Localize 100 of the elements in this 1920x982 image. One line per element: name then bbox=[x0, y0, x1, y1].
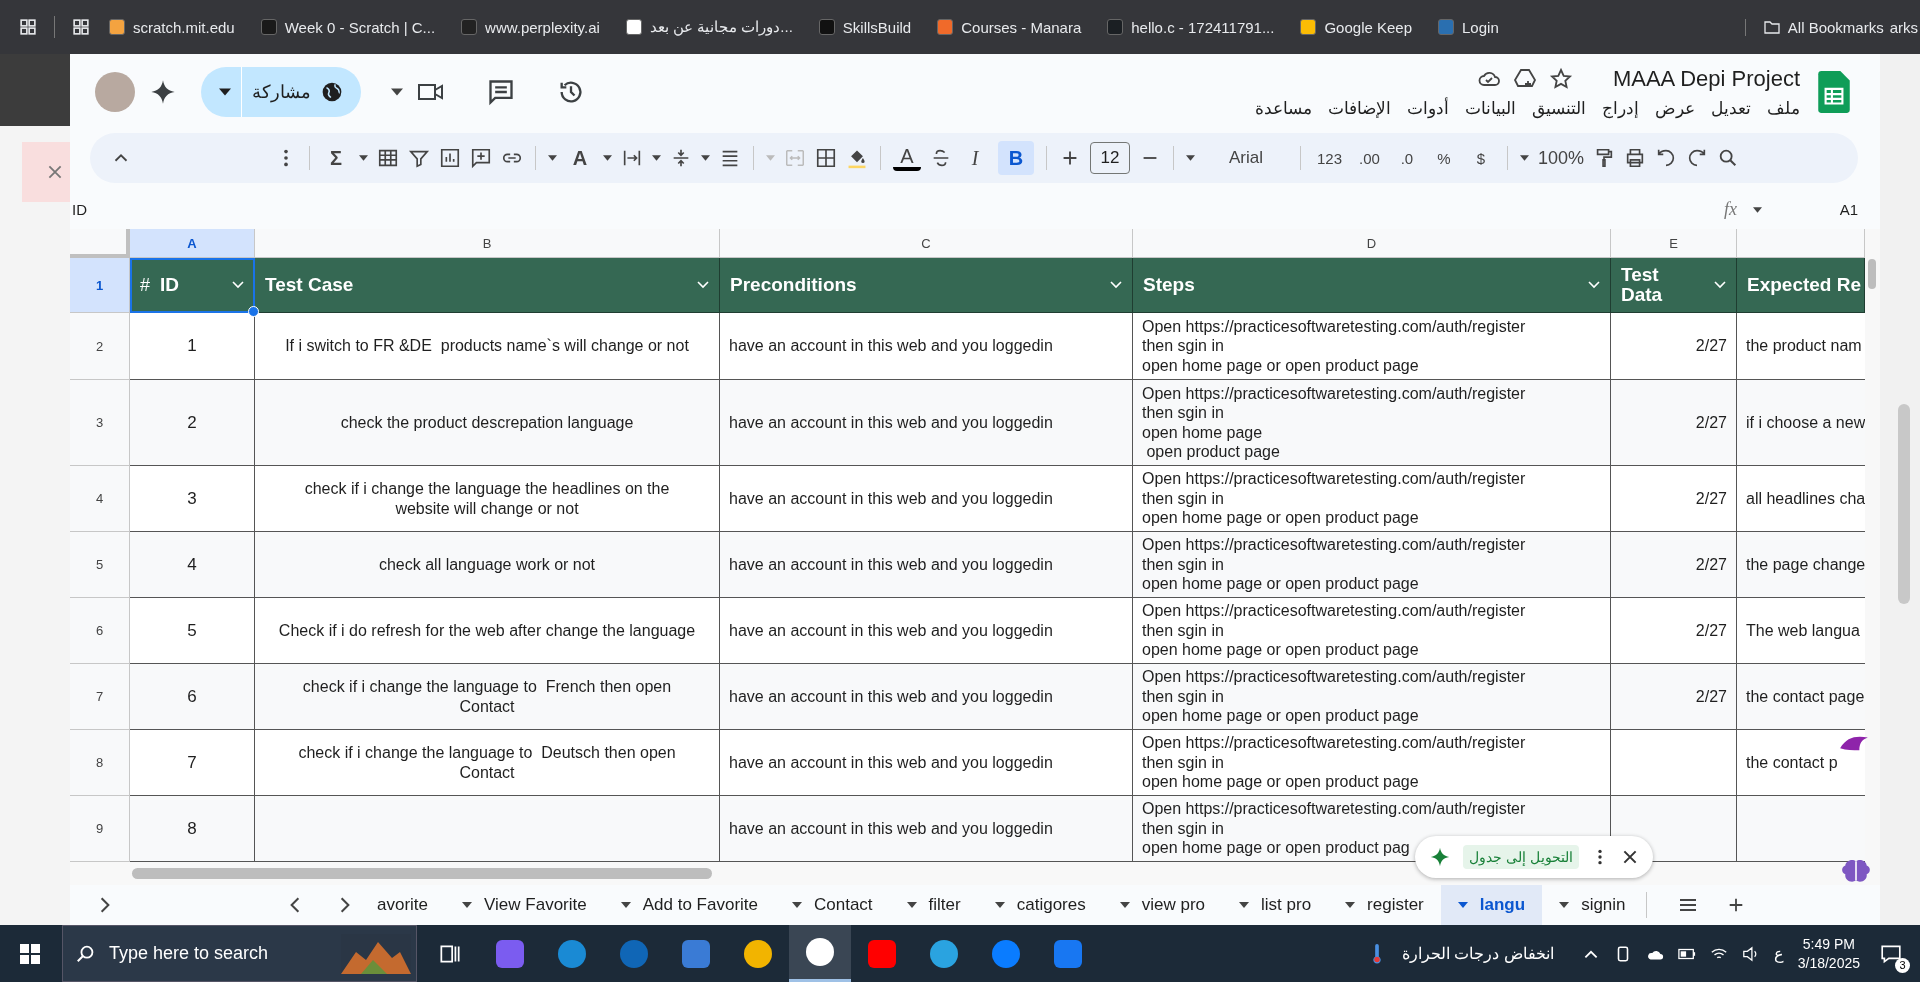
font-dropdown[interactable]: Arial bbox=[1204, 141, 1288, 175]
apps-grid-icon[interactable] bbox=[73, 19, 89, 35]
comment-icon[interactable] bbox=[487, 78, 515, 106]
bookmark-link[interactable]: Login bbox=[1432, 18, 1505, 36]
sheet-tab[interactable]: Contact bbox=[775, 885, 890, 925]
bookmark-link[interactable]: SkillsBuild bbox=[812, 18, 918, 36]
bookmark-link[interactable]: scratch.mit.edu bbox=[103, 18, 241, 36]
chevron-right-icon[interactable] bbox=[98, 896, 112, 914]
text-color-button[interactable]: A bbox=[893, 145, 921, 171]
vertical-scrollbar[interactable] bbox=[1865, 229, 1880, 862]
share-button[interactable]: مشاركة bbox=[201, 67, 361, 117]
text-rotation-button[interactable]: A bbox=[566, 141, 594, 175]
bookmark-link[interactable]: hello.c - 172411791... bbox=[1101, 18, 1281, 36]
merge-cells-icon[interactable] bbox=[784, 147, 806, 169]
chevron-down-icon[interactable] bbox=[232, 281, 244, 289]
caret-icon[interactable] bbox=[652, 155, 661, 161]
header-cell[interactable]: Preconditions bbox=[720, 258, 1133, 313]
menu-icon[interactable] bbox=[1677, 896, 1698, 914]
sheet-tab[interactable]: Add to Favorite bbox=[603, 885, 775, 925]
spreadsheet-logo-icon[interactable] bbox=[1818, 71, 1850, 113]
sheet-tab[interactable]: view pro bbox=[1102, 885, 1222, 925]
caret-icon[interactable] bbox=[219, 88, 231, 96]
sheet-tab[interactable]: filter bbox=[889, 885, 978, 925]
caret-icon[interactable] bbox=[462, 902, 473, 908]
windows-logo-icon[interactable] bbox=[20, 943, 40, 964]
caret-icon[interactable] bbox=[620, 902, 631, 908]
input-language-indicator[interactable]: ع bbox=[1773, 944, 1784, 963]
caret-icon[interactable] bbox=[1519, 155, 1529, 161]
weather-text[interactable]: انخفاض درجات الحرارة bbox=[1401, 944, 1554, 963]
caret-icon[interactable] bbox=[1345, 902, 1356, 908]
caret-icon[interactable] bbox=[1753, 206, 1762, 213]
menu-item[interactable]: إدراج bbox=[1602, 97, 1639, 119]
menu-item[interactable]: تعديل bbox=[1711, 97, 1751, 119]
chevron-down-icon[interactable] bbox=[697, 281, 709, 289]
bookmark-link[interactable]: www.perplexity.ai bbox=[455, 18, 606, 36]
taskbar-app-icon[interactable] bbox=[789, 925, 851, 982]
row-header[interactable]: 4 bbox=[70, 466, 130, 532]
caret-icon[interactable] bbox=[792, 902, 802, 908]
chevron-down-icon[interactable] bbox=[1714, 281, 1726, 289]
decrease-decimals-button[interactable]: .0 bbox=[1392, 141, 1421, 175]
column-header[interactable]: A bbox=[130, 229, 255, 258]
chart-icon[interactable] bbox=[439, 147, 461, 169]
menu-item[interactable]: الإضافات bbox=[1328, 97, 1391, 119]
bookmark-link[interactable]: دورات مجانية عن بعد... bbox=[619, 18, 799, 36]
menu-item[interactable]: ملف bbox=[1767, 97, 1800, 119]
sheet-tab[interactable]: catigores bbox=[977, 885, 1103, 925]
clock[interactable]: 5:49 PM 3/18/2025 bbox=[1797, 934, 1860, 973]
row-header[interactable]: 8 bbox=[70, 730, 130, 796]
header-cell[interactable]: Test Case bbox=[255, 258, 720, 313]
bookmark-link[interactable]: Courses - Manara bbox=[931, 18, 1088, 36]
increase-decimals-button[interactable]: .00 bbox=[1355, 141, 1384, 175]
apps-grid-icon[interactable] bbox=[20, 19, 36, 35]
borders-icon[interactable] bbox=[815, 147, 837, 169]
chevron-right-icon[interactable] bbox=[338, 896, 352, 914]
row-header[interactable]: 1 bbox=[70, 258, 130, 313]
taskbar-search-field[interactable]: Type here to search bbox=[62, 925, 417, 982]
sheet-tab[interactable]: avorite bbox=[360, 885, 446, 925]
star-icon[interactable] bbox=[1548, 66, 1573, 91]
sheet-tab[interactable]: register bbox=[1328, 885, 1441, 925]
caret-icon[interactable] bbox=[994, 902, 1005, 908]
convert-to-table-button[interactable]: التحويل إلى جدول bbox=[1463, 845, 1579, 869]
row-header[interactable]: 3 bbox=[70, 380, 130, 466]
page-scrollbar[interactable] bbox=[1898, 404, 1910, 604]
percent-button[interactable]: % bbox=[1429, 141, 1458, 175]
caret-icon[interactable] bbox=[1559, 902, 1570, 908]
header-cell[interactable]: Test Data bbox=[1611, 258, 1737, 313]
caret-icon[interactable] bbox=[603, 155, 612, 161]
header-cell[interactable]: Steps bbox=[1133, 258, 1611, 313]
notification-button[interactable]: 3 bbox=[1874, 936, 1908, 971]
row-header[interactable]: 9 bbox=[70, 796, 130, 862]
row-header[interactable]: 2 bbox=[70, 313, 130, 380]
menu-item[interactable]: عرض bbox=[1655, 97, 1695, 119]
sheet-tab[interactable]: View Favorite bbox=[445, 885, 604, 925]
table-icon[interactable] bbox=[377, 147, 399, 169]
menu-item[interactable]: مساعدة bbox=[1255, 97, 1312, 119]
currency-button[interactable]: $ bbox=[1466, 141, 1495, 175]
sheet-tab[interactable]: list pro bbox=[1222, 885, 1329, 925]
header-cell[interactable]: Expected Re bbox=[1737, 258, 1865, 313]
row-header[interactable]: 7 bbox=[70, 664, 130, 730]
caret-icon[interactable] bbox=[391, 88, 403, 96]
caret-icon[interactable] bbox=[906, 902, 917, 908]
menu-item[interactable]: أدوات bbox=[1407, 97, 1449, 119]
caret-icon[interactable] bbox=[1119, 902, 1130, 908]
caret-icon[interactable] bbox=[1186, 155, 1195, 161]
row-header[interactable]: 5 bbox=[70, 532, 130, 598]
document-title[interactable]: MAAA Depi Project bbox=[1612, 65, 1800, 92]
number-format-button[interactable]: 123 bbox=[1313, 141, 1347, 175]
caret-icon[interactable] bbox=[359, 155, 368, 161]
caret-icon[interactable] bbox=[548, 155, 557, 161]
caret-icon[interactable] bbox=[701, 155, 710, 161]
add-comment-icon[interactable] bbox=[470, 147, 492, 169]
chevron-left-icon[interactable] bbox=[288, 896, 302, 914]
bookmark-link[interactable]: Week 0 - Scratch | C... bbox=[254, 18, 442, 36]
all-bookmarks-link[interactable]: All Bookmarks bbox=[1744, 18, 1890, 36]
chevron-down-icon[interactable] bbox=[1588, 281, 1600, 289]
sheet-tab[interactable]: langu bbox=[1440, 885, 1543, 925]
zoom-dropdown[interactable]: 100% bbox=[1537, 141, 1584, 175]
bookmark-link[interactable]: Google Keep bbox=[1294, 18, 1418, 36]
bold-button[interactable]: B bbox=[998, 141, 1034, 175]
sheet-tab[interactable]: signin bbox=[1542, 885, 1643, 925]
